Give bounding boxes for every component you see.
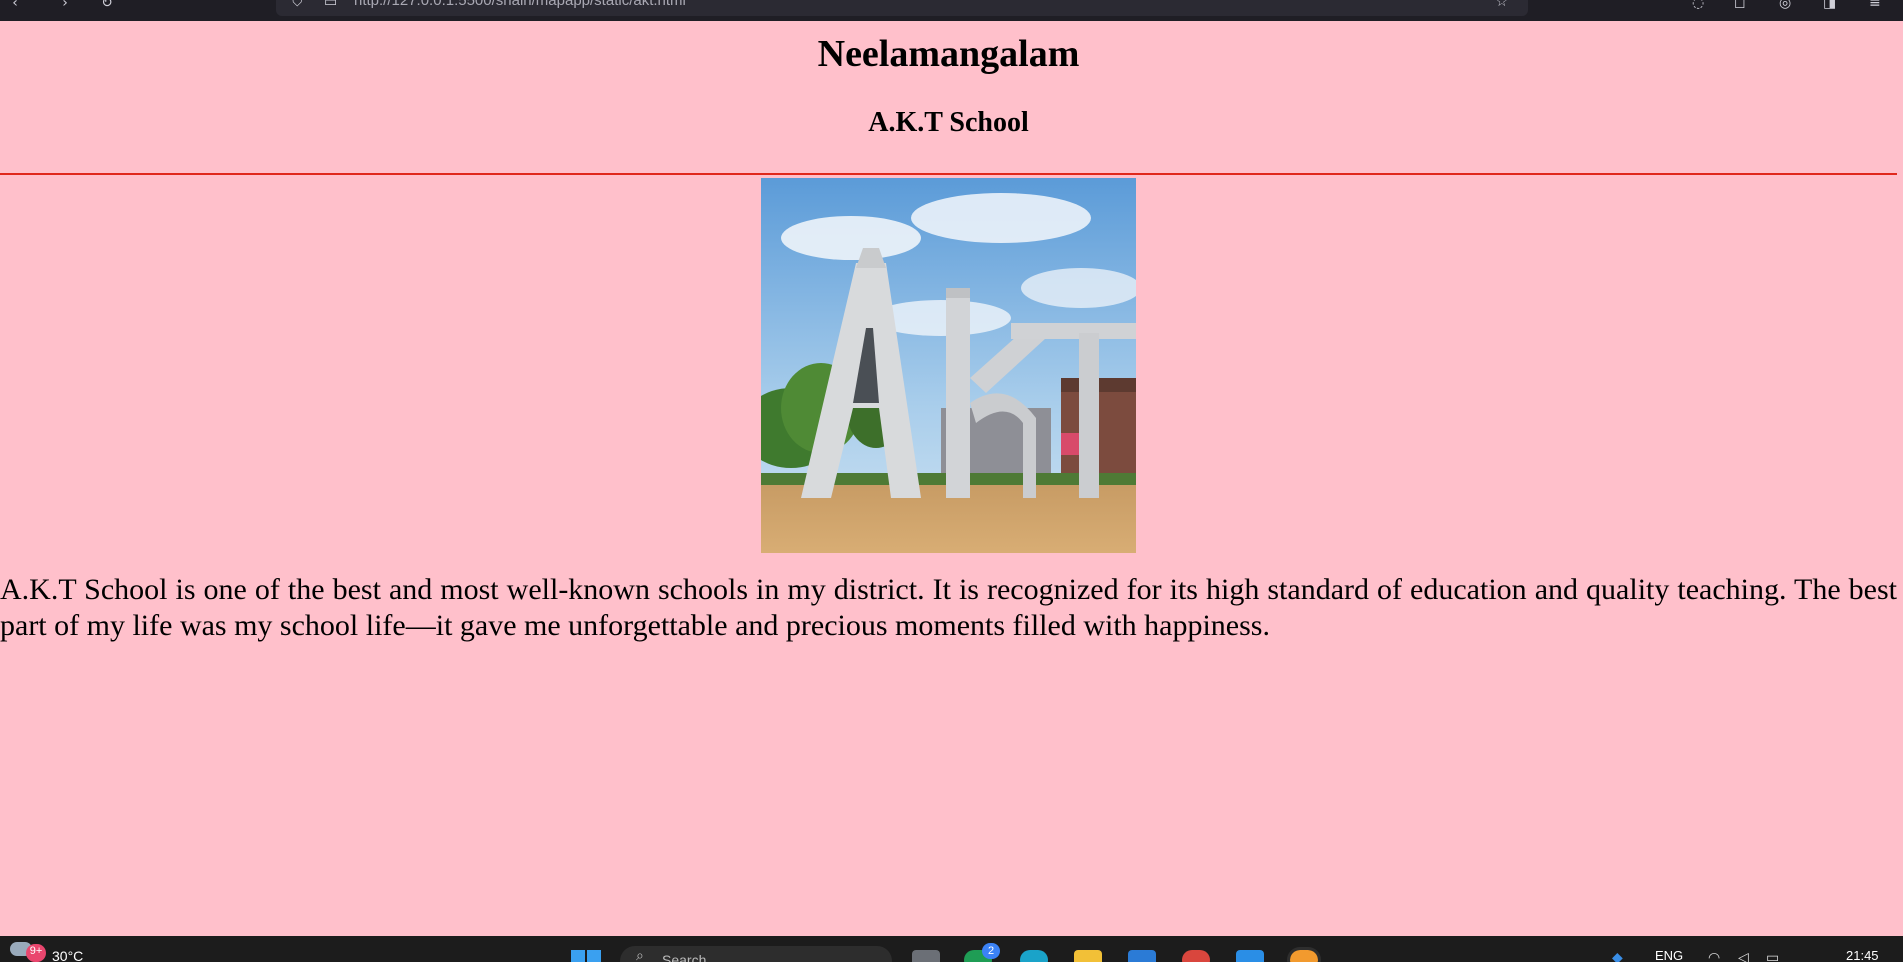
weather-badge: 9+ <box>26 944 46 962</box>
shield-icon[interactable]: ⛉ <box>292 0 303 10</box>
file-explorer-icon[interactable] <box>1074 950 1102 962</box>
pocket-icon[interactable]: ◻ <box>1734 0 1746 11</box>
address-bar[interactable]: ⛉ ▭ http://127.0.0.1:5500/shaln/mapapp/s… <box>276 0 1528 16</box>
taskbar: 9+ 30°C ⌕ Search 2 ◆ ENG ◠ ◁ ▭ 21:45 <box>0 936 1903 962</box>
page-info-icon[interactable]: ▭ <box>324 0 337 10</box>
extensions-icon[interactable]: ◨ <box>1823 0 1836 11</box>
battery-icon[interactable]: ▭ <box>1766 950 1779 962</box>
back-icon[interactable]: ‹ <box>6 0 24 10</box>
divider <box>0 173 1897 175</box>
vscode-icon[interactable] <box>1236 950 1264 962</box>
forward-icon[interactable]: › <box>56 0 74 10</box>
windows-start-icon[interactable] <box>571 950 601 962</box>
clock-time[interactable]: 21:45 <box>1846 948 1879 962</box>
page-content: Neelamangalam A.K.T School A.K.T School … <box>0 21 1903 936</box>
taskbar-search[interactable]: ⌕ Search <box>620 946 892 962</box>
school-description: A.K.T School is one of the best and most… <box>0 573 1897 642</box>
bookmark-star-icon[interactable]: ☆ <box>1495 0 1508 10</box>
wifi-icon[interactable]: ◠ <box>1708 950 1720 962</box>
edge-browser-icon[interactable] <box>1020 950 1048 962</box>
language-indicator[interactable]: ENG <box>1655 948 1683 962</box>
search-placeholder: Search <box>662 952 707 962</box>
firefox-icon[interactable] <box>1287 947 1321 962</box>
school-gate-photo <box>761 178 1136 553</box>
chrome-browser-icon[interactable] <box>1182 950 1210 962</box>
search-icon: ⌕ <box>636 948 644 962</box>
account-icon[interactable]: ◎ <box>1779 0 1791 11</box>
reload-icon[interactable]: ↻ <box>98 0 116 10</box>
task-view-icon[interactable] <box>912 950 940 962</box>
url-text[interactable]: http://127.0.0.1:5500/shaln/mapapp/stati… <box>354 0 686 9</box>
shield-toolbar-icon[interactable]: ◌ <box>1692 0 1704 11</box>
store-app-icon[interactable] <box>1128 950 1156 962</box>
page-title: Neelamangalam <box>817 33 1080 75</box>
browser-toolbar: ‹ › ↻ ⛉ ▭ http://127.0.0.1:5500/shaln/ma… <box>0 0 1903 21</box>
chat-notification-badge: 2 <box>982 943 1000 959</box>
page-subtitle: A.K.T School <box>868 107 1029 138</box>
tray-app-icon[interactable]: ◆ <box>1612 950 1623 962</box>
weather-temperature[interactable]: 30°C <box>52 948 83 962</box>
volume-icon[interactable]: ◁ <box>1738 950 1749 962</box>
menu-icon[interactable]: ≡ <box>1869 0 1881 11</box>
